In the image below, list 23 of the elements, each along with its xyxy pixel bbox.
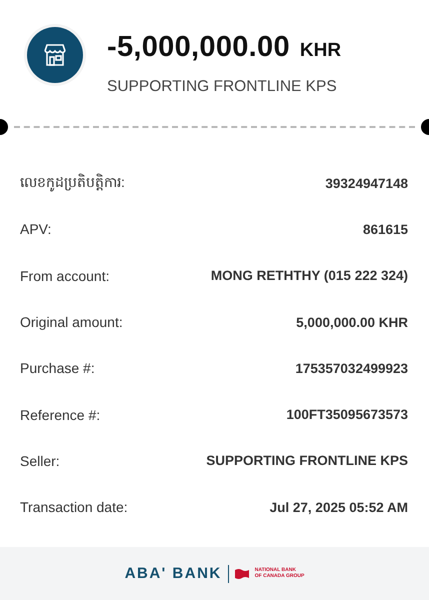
detail-value: Jul 27, 2025 05:52 AM (270, 500, 408, 515)
receipt-notch (421, 119, 429, 135)
detail-value: MONG RETHTHY (015 222 324) (210, 268, 408, 284)
detail-label: Purchase #: (20, 360, 95, 376)
detail-value: SUPPORTING FRONTLINE KPS (206, 453, 408, 468)
detail-value: 861615 (362, 222, 408, 237)
detail-label: Seller: (20, 452, 60, 469)
receipt-notch (0, 119, 8, 135)
detail-value: 5,000,000.00 KHR (296, 314, 408, 330)
detail-label: Reference #: (20, 406, 100, 423)
detail-label: APV: (20, 221, 52, 238)
merchant-name: SUPPORTING FRONTLINE KPS (107, 78, 338, 96)
detail-label: Original amount: (20, 314, 123, 330)
detail-label: Transaction date: (20, 499, 128, 516)
currency-code: KHR (300, 40, 342, 62)
detail-label: From account: (20, 268, 110, 284)
flag-icon (234, 568, 249, 578)
detail-value: 175357032499923 (295, 360, 408, 376)
bank-logo-text: ABA' BANK (124, 565, 222, 582)
detail-value: 39324947148 (325, 176, 408, 191)
transaction-amount: -5,000,000.00 (107, 31, 290, 64)
detail-label: លេខកូដប្រតិបត្តិការ: (20, 172, 125, 194)
detail-value: 100FT35095673573 (286, 407, 408, 422)
